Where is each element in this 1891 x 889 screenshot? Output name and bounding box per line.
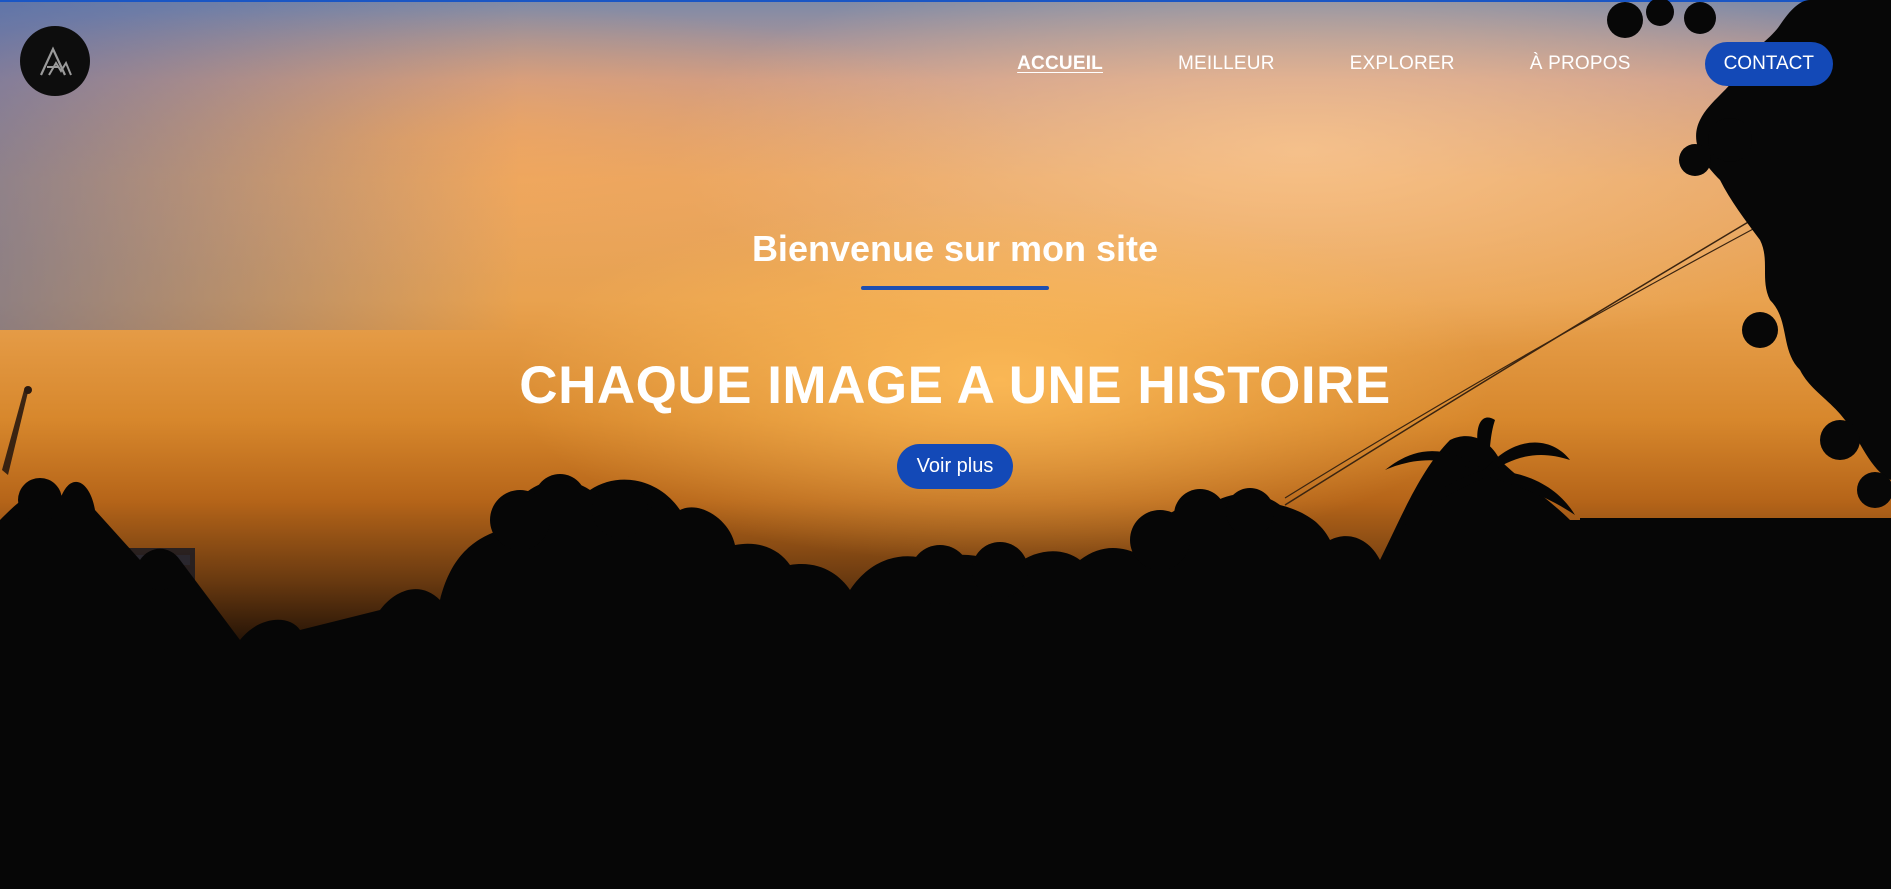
contact-button[interactable]: CONTACT xyxy=(1704,42,1833,86)
nav-link-meilleur[interactable]: MEILLEUR xyxy=(1178,53,1275,75)
main-nav: ACCUEIL MEILLEUR EXPLORER À PROPOS CONTA… xyxy=(942,42,1833,86)
hero-section: ACCUEIL MEILLEUR EXPLORER À PROPOS CONTA… xyxy=(0,0,1891,889)
welcome-underline xyxy=(861,286,1049,290)
hero-tagline: CHAQUE IMAGE A UNE HISTOIRE xyxy=(519,356,1391,415)
site-logo[interactable] xyxy=(20,26,90,96)
nav-link-accueil[interactable]: ACCUEIL xyxy=(1017,53,1103,75)
nav-link-a-propos[interactable]: À PROPOS xyxy=(1530,53,1631,75)
nav-link-explorer[interactable]: EXPLORER xyxy=(1350,53,1455,75)
am-monogram-logo-icon xyxy=(40,46,72,76)
welcome-heading: Bienvenue sur mon site xyxy=(751,228,1159,269)
voir-plus-button[interactable]: Voir plus xyxy=(897,444,1013,489)
